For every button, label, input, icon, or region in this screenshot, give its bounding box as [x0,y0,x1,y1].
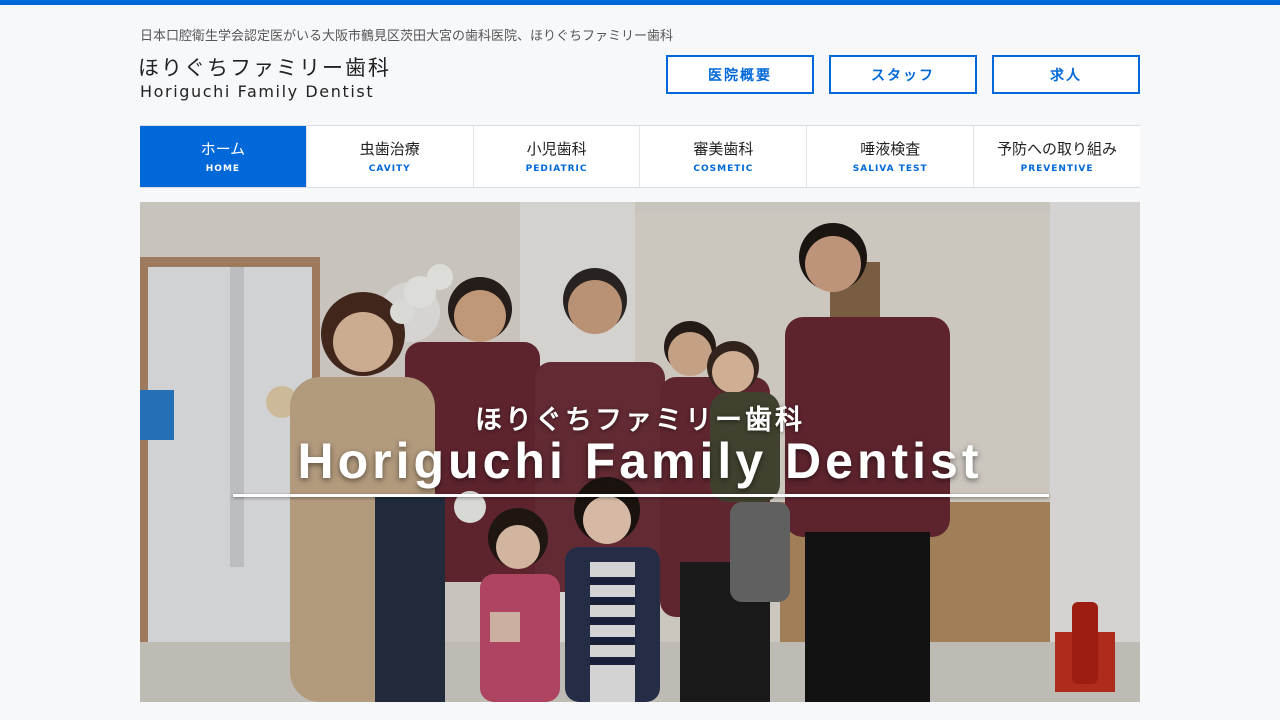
nav-item-sublabel: PREVENTIVE [1020,164,1094,174]
nav-item-sublabel: PEDIATRIC [525,164,588,174]
nav-item-preventive[interactable]: 予防への取り組み PREVENTIVE [973,126,1140,187]
hero-underline [233,494,1049,497]
nav-item-sublabel: CAVITY [368,164,411,174]
nav-item-label: 虫歯治療 [359,140,420,158]
recruit-button[interactable]: 求人 [992,55,1140,94]
global-nav: ホーム HOME 虫歯治療 CAVITY 小児歯科 PEDIATRIC 審美歯科… [140,125,1140,188]
nav-item-sublabel: SALIVA TEST [852,164,928,174]
nav-item-sublabel: HOME [205,164,241,174]
nav-item-label: 唾液検査 [860,140,921,158]
nav-item-label: ホーム [200,140,246,158]
nav-item-pediatric[interactable]: 小児歯科 PEDIATRIC [472,126,640,187]
site-logo-jp[interactable]: ほりぐちファミリー歯科 [138,52,391,82]
nav-item-cavity[interactable]: 虫歯治療 CAVITY [305,126,473,187]
nav-item-saliva-test[interactable]: 唾液検査 SALIVA TEST [806,126,973,187]
nav-item-label: 審美歯科 [693,140,754,158]
nav-item-label: 小児歯科 [526,140,587,158]
hero-title-en: Horiguchi Family Dentist [297,433,983,489]
top-accent-bar [0,0,1280,5]
site-tagline: 日本口腔衛生学会認定医がいる大阪市鶴見区茨田大宮の歯科医院、ほりぐちファミリー歯… [140,29,674,44]
nav-item-label: 予防への取り組み [997,140,1118,158]
staff-button[interactable]: スタッフ [829,55,977,94]
nav-item-cosmetic[interactable]: 審美歯科 COSMETIC [639,126,806,187]
site-logo-en[interactable]: Horiguchi Family Dentist [140,82,374,101]
clinic-overview-button[interactable]: 医院概要 [666,55,814,94]
nav-item-home[interactable]: ホーム HOME [140,126,306,187]
hero-image: ほりぐちファミリー歯科 Horiguchi Family Dentist [140,202,1140,702]
nav-item-sublabel: COSMETIC [693,164,754,174]
